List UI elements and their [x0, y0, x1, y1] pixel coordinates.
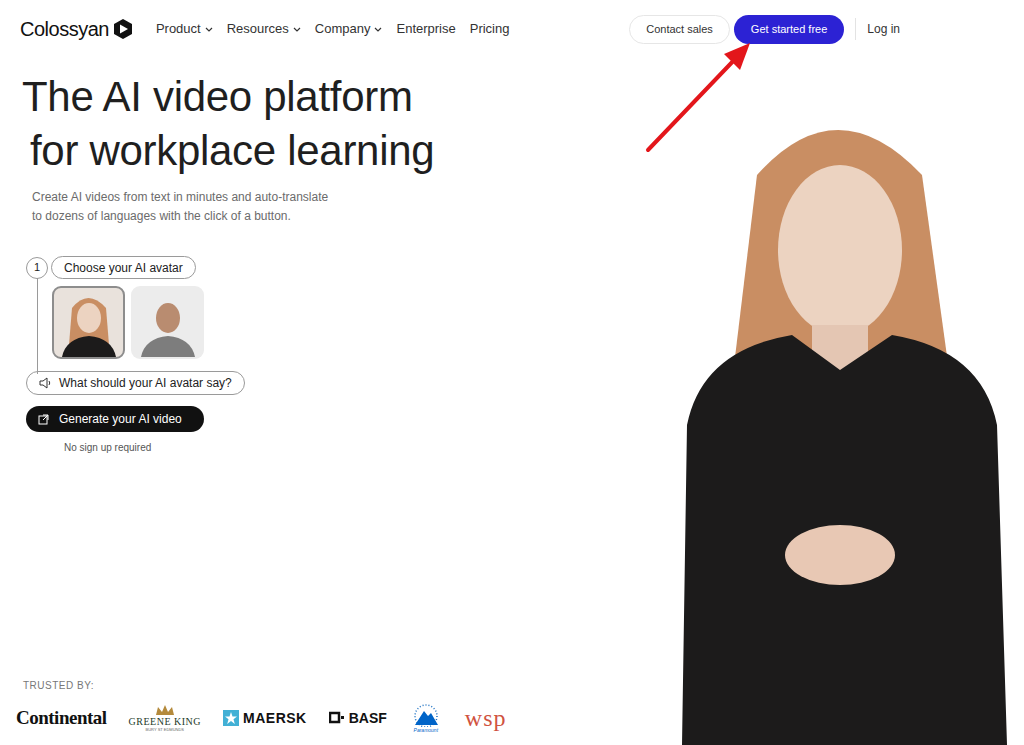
client-logo: Paramount	[409, 703, 443, 733]
mountain-icon	[409, 703, 443, 727]
wsp-logo: wsp	[465, 706, 507, 730]
trusted-label: TRUSTED BY:	[16, 678, 506, 693]
menu-item[interactable]: Enterprise	[396, 19, 455, 39]
avatar-step: 1Choose your AI avatar What should your A…	[26, 256, 520, 455]
external-link-icon	[38, 414, 49, 425]
hero-title: The AI video platformfor workplace learn…	[22, 70, 520, 178]
client-logo: Continental	[16, 704, 107, 733]
continental-logo: Continental	[16, 704, 107, 733]
annotation-arrow-icon	[640, 36, 760, 156]
speaker-icon	[39, 377, 51, 389]
logo-text: Colossyan	[20, 14, 109, 44]
chevron-down-icon	[374, 27, 382, 33]
chevron-down-icon	[293, 27, 301, 33]
menu-item[interactable]: Pricing	[470, 19, 510, 39]
top-nav: Colossyan Product Resources Company Enterpri…	[0, 0, 1024, 58]
hero: The AI video platformfor workplace learn…	[0, 58, 520, 455]
client-logo: BASF	[329, 708, 387, 729]
paramount-logo: Paramount	[409, 703, 443, 733]
hero-subtitle-line: Create AI videos from text in minutes an…	[32, 188, 520, 207]
login-link[interactable]: Log in	[867, 20, 900, 38]
avatar-list	[26, 286, 520, 359]
trusted-by: TRUSTED BY: Continental GREENE KINGBURY ST…	[16, 678, 506, 733]
chevron-down-icon	[205, 27, 213, 33]
logo-row: Continental GREENE KINGBURY ST EDMUNDS MAE…	[16, 703, 506, 733]
hero-subtitle: Create AI videos from text in minutes an…	[22, 188, 520, 226]
logo[interactable]: Colossyan	[20, 14, 134, 44]
step-connector	[37, 278, 38, 374]
client-logo: wsp	[465, 706, 507, 730]
presenter-photo-figure	[662, 105, 1012, 745]
menu-item[interactable]: Resources	[227, 19, 301, 39]
maersk-star-icon	[223, 710, 239, 726]
prompt-field[interactable]: What should your AI avatar say?	[26, 371, 245, 395]
step-number: 1	[26, 257, 48, 279]
client-logo: MAERSK	[223, 708, 307, 729]
presenter-photo	[662, 105, 1012, 745]
nav-divider	[855, 18, 856, 40]
menu-item[interactable]: Company	[315, 19, 383, 39]
crown-icon	[154, 704, 176, 716]
main-menu: Product Resources Company Enterprise Pricing	[156, 19, 510, 39]
basf-square-icon	[329, 711, 345, 725]
step-label: Choose your AI avatar	[51, 256, 196, 279]
step-header: 1Choose your AI avatar	[26, 256, 520, 279]
avatar-option[interactable]	[52, 286, 125, 359]
client-logo: GREENE KINGBURY ST EDMUNDS	[129, 704, 201, 732]
logo-icon	[112, 18, 134, 40]
generate-video-button[interactable]: Generate your AI video	[26, 406, 204, 432]
no-signup-note: No sign up required	[26, 440, 520, 455]
hero-title-line: The AI video platform	[22, 70, 520, 124]
greeneking-logo: GREENE KINGBURY ST EDMUNDS	[129, 704, 201, 732]
avatar-option[interactable]	[131, 286, 204, 359]
get-started-button[interactable]: Get started free	[734, 15, 844, 44]
contact-sales-button[interactable]: Contact sales	[629, 15, 730, 44]
hero-subtitle-line: to dozens of languages with the click of…	[32, 207, 520, 226]
nav-actions: Contact salesGet started free Log in	[629, 15, 1004, 44]
menu-item[interactable]: Product	[156, 19, 213, 39]
hero-title-line: for workplace learning	[22, 124, 520, 178]
